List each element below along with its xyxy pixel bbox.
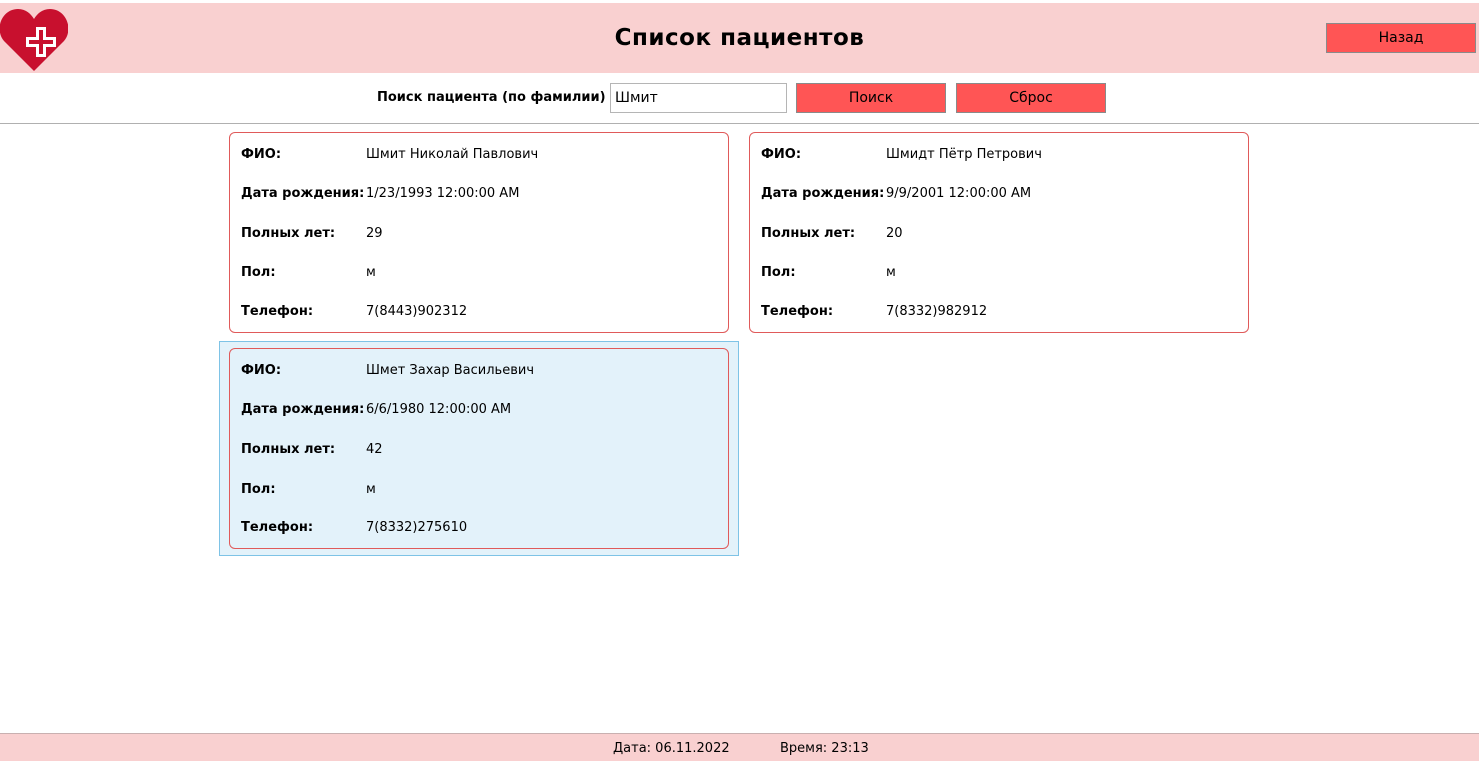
gender-value: м (366, 481, 376, 497)
search-bar: Поиск пациента (по фамилии) Поиск Сброс (0, 73, 1479, 123)
status-bar: Дата: 06.11.2022 Время: 23:13 (0, 733, 1479, 761)
gender-label: Пол: (241, 264, 276, 280)
gender-value: м (886, 264, 896, 280)
page-title: Список пациентов (614, 25, 865, 51)
current-date: Дата: 06.11.2022 (613, 741, 730, 756)
birth-label: Дата рождения: (761, 185, 885, 201)
age-label: Полных лет: (241, 225, 336, 241)
search-button[interactable]: Поиск (796, 83, 946, 113)
name-value: Шмет Захар Васильевич (366, 362, 534, 378)
name-label: ФИО: (241, 146, 282, 162)
name-row: ФИО: Шмидт Пётр Петрович (761, 144, 1042, 164)
age-row: Полных лет: 42 (241, 439, 383, 459)
app-header: Список пациентов Назад (0, 3, 1479, 73)
patient-card-frame: ФИО: Шмидт Пётр Петрович Дата рождения: … (749, 132, 1249, 333)
current-time: Время: 23:13 (780, 741, 869, 756)
gender-label: Пол: (761, 264, 796, 280)
age-label: Полных лет: (761, 225, 856, 241)
divider (0, 123, 1479, 124)
age-row: Полных лет: 20 (761, 223, 903, 243)
age-label: Полных лет: (241, 441, 336, 457)
patient-card[interactable]: ФИО: Шмит Николай Павлович Дата рождения… (219, 125, 739, 340)
search-input[interactable] (610, 83, 787, 113)
phone-label: Телефон: (241, 303, 314, 319)
phone-value: 7(8443)902312 (366, 303, 468, 319)
birth-row: Дата рождения: 6/6/1980 12:00:00 AM (241, 399, 511, 419)
gender-label: Пол: (241, 481, 276, 497)
birth-row: Дата рождения: 1/23/1993 12:00:00 AM (241, 183, 519, 203)
search-label: Поиск пациента (по фамилии) (377, 90, 606, 105)
phone-row: Телефон: 7(8332)275610 (241, 517, 467, 537)
birth-value: 6/6/1980 12:00:00 AM (366, 401, 512, 417)
birth-value: 1/23/1993 12:00:00 AM (366, 185, 520, 201)
patient-card-frame: ФИО: Шмит Николай Павлович Дата рождения… (229, 132, 729, 333)
gender-value: м (366, 264, 376, 280)
back-button[interactable]: Назад (1326, 23, 1476, 53)
name-label: ФИО: (761, 146, 802, 162)
name-value: Шмидт Пётр Петрович (886, 146, 1042, 162)
phone-label: Телефон: (761, 303, 834, 319)
phone-label: Телефон: (241, 519, 314, 535)
patient-card-selected[interactable]: ФИО: Шмет Захар Васильевич Дата рождения… (219, 341, 739, 556)
age-value: 42 (366, 441, 383, 457)
gender-row: Пол: м (761, 262, 896, 282)
birth-label: Дата рождения: (241, 401, 365, 417)
name-row: ФИО: Шмит Николай Павлович (241, 144, 538, 164)
phone-value: 7(8332)275610 (366, 519, 468, 535)
name-value: Шмит Николай Павлович (366, 146, 539, 162)
birth-value: 9/9/2001 12:00:00 AM (886, 185, 1032, 201)
name-label: ФИО: (241, 362, 282, 378)
patient-card-frame: ФИО: Шмет Захар Васильевич Дата рождения… (229, 348, 729, 549)
birth-label: Дата рождения: (241, 185, 365, 201)
gender-row: Пол: м (241, 479, 376, 499)
patient-card[interactable]: ФИО: Шмидт Пётр Петрович Дата рождения: … (739, 125, 1259, 340)
phone-row: Телефон: 7(8443)902312 (241, 301, 467, 321)
age-value: 20 (886, 225, 903, 241)
age-row: Полных лет: 29 (241, 223, 383, 243)
gender-row: Пол: м (241, 262, 376, 282)
phone-row: Телефон: 7(8332)982912 (761, 301, 987, 321)
reset-button[interactable]: Сброс (956, 83, 1106, 113)
phone-value: 7(8332)982912 (886, 303, 988, 319)
age-value: 29 (366, 225, 383, 241)
birth-row: Дата рождения: 9/9/2001 12:00:00 AM (761, 183, 1031, 203)
name-row: ФИО: Шмет Захар Васильевич (241, 360, 534, 380)
